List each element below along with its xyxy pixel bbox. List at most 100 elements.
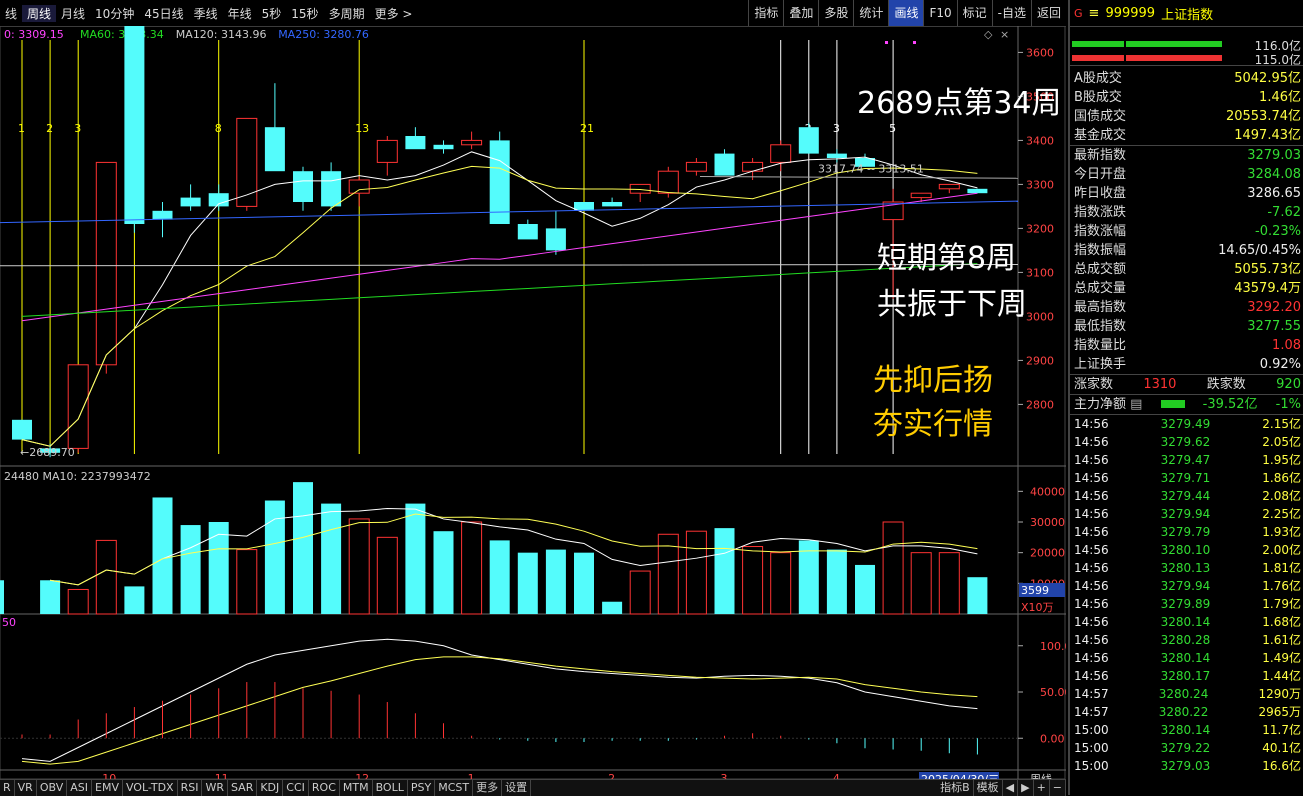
candle-body [826, 153, 847, 158]
toolbar-button[interactable]: 叠加 [783, 0, 818, 26]
tick-row: 14:56 3279.47 1.95亿 [1070, 451, 1303, 469]
tick-row: 14:57 3280.24 1290万 [1070, 685, 1303, 703]
up-count-label: 涨家数 [1074, 377, 1114, 392]
close-icon: × [1000, 28, 1009, 41]
quote-row: 总成交额 5055.73亿 [1070, 260, 1303, 279]
toolbar-button[interactable]: 标记 [956, 0, 992, 26]
candle-body [321, 171, 342, 207]
period-tab[interactable]: 15秒 [286, 5, 323, 22]
tick-time: 14:56 [1074, 651, 1109, 665]
chart-annotation: 共振于下周 [877, 287, 1027, 322]
indicator-tab[interactable]: KDJ [257, 780, 284, 796]
tick-amount: 1.86亿 [1262, 471, 1301, 485]
tick-amount: 1.44亿 [1262, 669, 1301, 683]
candle-body [714, 153, 735, 176]
tick-time: 14:56 [1074, 417, 1109, 431]
volume-bar [40, 580, 61, 614]
indicator-line-2 [21, 656, 978, 765]
quote-label: 指数量比 [1074, 338, 1127, 353]
indicator-tab[interactable]: RSI [178, 780, 203, 796]
indicator-tab[interactable]: R [0, 780, 15, 796]
indicator-tab[interactable]: 更多 [473, 780, 503, 796]
price-tick-label: 3000 [1026, 310, 1054, 323]
toolbar-button[interactable]: F10 [923, 0, 956, 26]
indicator-tab[interactable]: VR [15, 780, 37, 796]
toolbar-button[interactable]: 多股 [818, 0, 853, 26]
quote-row: B股成交 1.46亿 [1070, 88, 1303, 107]
tick-list[interactable]: 14:56 3279.49 2.15亿 14:56 3279.62 2.05亿 14:56 3… [1070, 415, 1303, 775]
bottom-control[interactable]: + [1034, 780, 1050, 796]
marker-dot [885, 41, 888, 44]
index-code: 999999 [1105, 5, 1156, 21]
candle-body [348, 179, 370, 194]
bottom-control[interactable]: ◀ [1003, 780, 1019, 796]
quote-row: 指数涨跌 -7.62 [1070, 203, 1303, 222]
tick-row: 14:56 3280.14 1.68亿 [1070, 613, 1303, 631]
indicator-tab[interactable]: MTM [340, 780, 373, 796]
toolbar-button[interactable]: -自选 [991, 0, 1031, 26]
indicator-tab[interactable]: BOLL [373, 780, 408, 796]
menu-icon[interactable]: ≡ [1089, 6, 1100, 21]
bottom-control[interactable]: 模板 [974, 780, 1003, 796]
quote-label: A股成交 [1074, 71, 1122, 86]
period-tab[interactable]: 线 [0, 5, 22, 22]
quote-row: 昨日收盘 3286.65 [1070, 184, 1303, 203]
period-tab[interactable]: 5秒 [257, 5, 287, 22]
volume-bar [236, 549, 258, 615]
date-axis-label: 12 [355, 772, 369, 779]
cycle-mark: 8 [215, 122, 222, 135]
indicator-tab[interactable]: CCI [283, 780, 309, 796]
quote-label: 指数涨跌 [1074, 205, 1127, 220]
indicator-tab[interactable]: WR [202, 780, 228, 796]
candle-body [770, 144, 792, 163]
price-tick-label: 2900 [1026, 354, 1054, 367]
bottom-control[interactable]: 指标B [937, 780, 974, 796]
candle-body [293, 171, 313, 202]
period-tab[interactable]: 周线 [22, 4, 57, 22]
indicator-tab[interactable]: PSY [408, 780, 436, 796]
period-tab[interactable]: 季线 [189, 5, 223, 22]
indicator-tab[interactable]: ASI [67, 780, 92, 796]
quote-value: -0.23% [1255, 224, 1301, 239]
tick-row: 14:56 3280.28 1.61亿 [1070, 631, 1303, 649]
period-tab[interactable]: 年线 [223, 5, 257, 22]
quote-label: 最低指数 [1074, 319, 1127, 334]
indicator-line-1 [21, 638, 978, 762]
cycle-mark: 3 [74, 122, 81, 135]
indicator-tab[interactable]: 设置 [502, 780, 532, 796]
volume-bar [293, 482, 313, 614]
indicator-tab[interactable]: EMV [92, 780, 123, 796]
tick-price: 3279.22 [1160, 741, 1211, 755]
toolbar-button[interactable]: 统计 [853, 0, 888, 26]
period-tab[interactable]: 10分钟 [90, 5, 139, 22]
indicator-tab[interactable]: VOL-TDX [123, 780, 178, 796]
tick-time: 14:57 [1074, 705, 1109, 719]
period-tab[interactable]: 更多 > [370, 5, 418, 22]
toolbar-button[interactable]: 画线 [888, 0, 924, 26]
volume-bar [574, 552, 594, 614]
toolbar-button[interactable]: 返回 [1030, 0, 1066, 26]
mainflow-value: -39.52亿 [1202, 397, 1258, 412]
period-tab[interactable]: 月线 [56, 5, 90, 22]
indicator-tab[interactable]: SAR [228, 780, 258, 796]
quote-label: 最高指数 [1074, 300, 1127, 315]
bottom-control[interactable]: − [1050, 780, 1066, 796]
indicator-tab[interactable]: OBV [37, 780, 68, 796]
bottom-control[interactable]: ▶ [1018, 780, 1034, 796]
period-tab[interactable]: 45日线 [139, 5, 188, 22]
tick-amount: 1.61亿 [1262, 633, 1301, 647]
candle-body [629, 183, 651, 194]
volume-bar [910, 552, 932, 615]
volume-bar [461, 521, 483, 615]
period-tab[interactable]: 多周期 [324, 5, 370, 22]
volume-bar [742, 546, 764, 615]
indicator-tab[interactable]: ROC [309, 780, 340, 796]
tick-amount: 1290万 [1258, 687, 1301, 701]
list-icon[interactable]: ▤ [1130, 397, 1142, 412]
toolbar-button[interactable]: 指标 [748, 0, 783, 26]
quote-value: 20553.74亿 [1225, 109, 1301, 124]
tick-time: 14:56 [1074, 489, 1109, 503]
indicator-tab[interactable]: MCST [435, 780, 474, 796]
cycle-mark: 21 [580, 122, 594, 135]
marker-dot [913, 41, 916, 44]
